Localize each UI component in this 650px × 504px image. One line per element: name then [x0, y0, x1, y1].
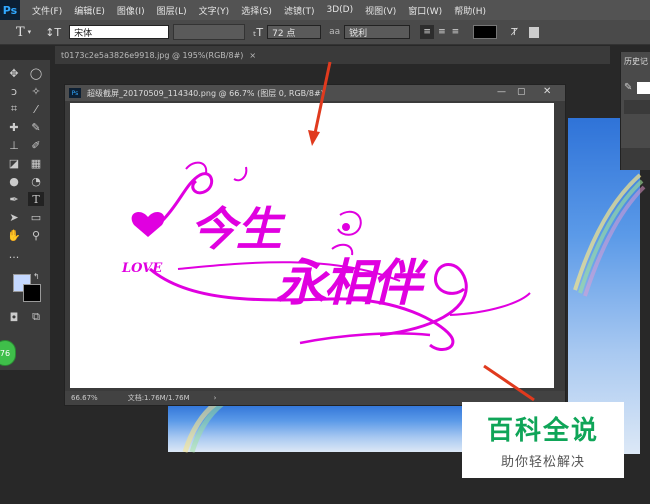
options-bar: T ▾ ↕T 宋体 ₜT 72 点 aa 锐利 ≡ ≡ ≡ Ⱦ [0, 20, 650, 45]
menu-help[interactable]: 帮助(H) [454, 4, 486, 17]
menu-edit[interactable]: 编辑(E) [74, 4, 105, 17]
minimize-icon[interactable]: — [497, 87, 506, 97]
history-snapshot-thumbnail[interactable] [637, 82, 650, 94]
close-icon[interactable]: ✕ [543, 86, 551, 97]
swap-colors-icon[interactable]: ↰ [33, 272, 40, 281]
watermark-subtitle: 助你轻松解决 [500, 455, 585, 470]
menu-bar: Ps 文件(F) 编辑(E) 图像(I) 图层(L) 文字(Y) 选择(S) 滤… [0, 0, 650, 20]
rectangle-tool-icon[interactable]: ▭ [28, 210, 44, 224]
align-right-icon[interactable]: ≡ [452, 27, 460, 37]
artwork-word-1: 今生 [190, 202, 282, 256]
history-brush-icon[interactable]: ✎ [624, 82, 632, 93]
tools-panel: ✥ ◯ ↄ ✧ ⌗ ⁄ ✚ ✎ ⊥ ✐ ◪ ▦ ● ◔ ✒ T ➤ ▭ ✋ ⚲ … [0, 60, 50, 370]
text-tool-preset-icon[interactable]: T [16, 25, 25, 40]
clone-stamp-tool-icon[interactable]: ⊥ [6, 138, 22, 152]
document-tab-bar: t0173c2e5a3826e9918.jpg @ 195%(RGB/8#) × [55, 46, 610, 64]
type-tool-icon[interactable]: T [28, 192, 44, 206]
document-canvas[interactable]: LOVE 今生 永相伴 [70, 103, 554, 388]
document-title: 超级截屏_20170509_114340.png @ 66.7% (图层 0, … [87, 88, 324, 98]
eraser-tool-icon[interactable]: ◪ [6, 156, 22, 170]
menu-3d[interactable]: 3D(D) [326, 5, 353, 15]
font-style-select[interactable] [173, 24, 246, 40]
history-state-row[interactable] [624, 100, 650, 114]
move-tool-icon[interactable]: ✥ [6, 66, 22, 80]
close-icon[interactable]: × [249, 51, 256, 60]
status-menu-arrow-icon[interactable]: › [214, 394, 217, 402]
quick-mask-icon[interactable]: ◘ [6, 310, 22, 324]
menu-filter[interactable]: 滤镜(T) [284, 4, 315, 17]
zoom-level[interactable]: 66.67% [71, 394, 98, 402]
character-panel-icon[interactable] [529, 26, 540, 38]
status-badge-value: 76 [0, 348, 11, 358]
chevron-down-icon[interactable]: ▾ [28, 28, 32, 36]
healing-brush-tool-icon[interactable]: ✚ [6, 120, 22, 134]
maximize-icon[interactable]: ▢ [517, 87, 526, 97]
background-image-strip [168, 404, 464, 452]
menu-file[interactable]: 文件(F) [32, 4, 62, 17]
document-title-bar[interactable]: Ps 超级截屏_20170509_114340.png @ 66.7% (图层 … [65, 85, 565, 101]
zoom-tool-icon[interactable]: ⚲ [28, 228, 44, 242]
warp-text-icon[interactable]: Ⱦ [511, 27, 517, 38]
font-size-select[interactable]: 72 点 [267, 25, 322, 39]
antialias-select[interactable]: 锐利 [344, 25, 411, 39]
artwork-latin-text: LOVE [122, 261, 163, 276]
font-size-icon: ₜT [253, 25, 264, 39]
font-family-value: 宋体 [74, 28, 93, 39]
history-panel-title[interactable]: 历史记 [621, 52, 650, 71]
screen-mode-icon[interactable]: ⧉ [28, 310, 44, 324]
marquee-tool-icon[interactable]: ◯ [28, 66, 44, 80]
more-tools-icon[interactable]: ··· [6, 250, 22, 264]
align-left-icon[interactable]: ≡ [420, 25, 435, 39]
crop-tool-icon[interactable]: ⌗ [6, 102, 22, 116]
antialias-value: 锐利 [349, 28, 368, 39]
eyedropper-tool-icon[interactable]: ⁄ [28, 102, 44, 116]
tab-background-document[interactable]: t0173c2e5a3826e9918.jpg @ 195%(RGB/8#) [61, 51, 243, 60]
path-selection-tool-icon[interactable]: ➤ [6, 210, 22, 224]
menu-image[interactable]: 图像(I) [117, 4, 145, 17]
magic-wand-tool-icon[interactable]: ✧ [28, 84, 44, 98]
gradient-tool-icon[interactable]: ▦ [28, 156, 44, 170]
artwork-word-2: 永相伴 [276, 253, 422, 312]
brush-tool-icon[interactable]: ✎ [28, 120, 44, 134]
history-panel: 历史记 ✎ [620, 52, 650, 170]
pen-tool-icon[interactable]: ✒ [6, 192, 22, 206]
antialias-icon: aa [329, 27, 341, 37]
align-center-icon[interactable]: ≡ [438, 27, 446, 37]
menu-window[interactable]: 窗口(W) [408, 4, 442, 17]
ps-document-icon: Ps [69, 88, 81, 98]
watermark: 百科全说 助你轻松解决 [462, 402, 624, 478]
history-brush-tool-icon[interactable]: ✐ [28, 138, 44, 152]
dodge-tool-icon[interactable]: ◔ [28, 174, 44, 188]
lasso-tool-icon[interactable]: ↄ [6, 84, 22, 98]
hand-tool-icon[interactable]: ✋ [6, 228, 22, 242]
background-color-swatch[interactable] [23, 284, 41, 302]
history-panel-footer [621, 148, 650, 170]
menu-type[interactable]: 文字(Y) [199, 4, 230, 17]
document-size: 文档:1.76M/1.76M [127, 394, 190, 402]
menu-layer[interactable]: 图层(L) [157, 4, 187, 17]
menu-select[interactable]: 选择(S) [241, 4, 272, 17]
text-color-swatch[interactable] [473, 25, 498, 39]
text-orientation-icon[interactable]: ↕T [45, 26, 61, 39]
watermark-title: 百科全说 [486, 416, 599, 446]
blur-tool-icon[interactable]: ● [6, 174, 22, 188]
photoshop-logo: Ps [0, 0, 20, 20]
font-family-select[interactable]: 宋体 [69, 25, 170, 39]
document-window: Ps 超级截屏_20170509_114340.png @ 66.7% (图层 … [64, 84, 566, 406]
font-size-value: 72 点 [272, 28, 296, 39]
menu-view[interactable]: 视图(V) [365, 4, 396, 17]
